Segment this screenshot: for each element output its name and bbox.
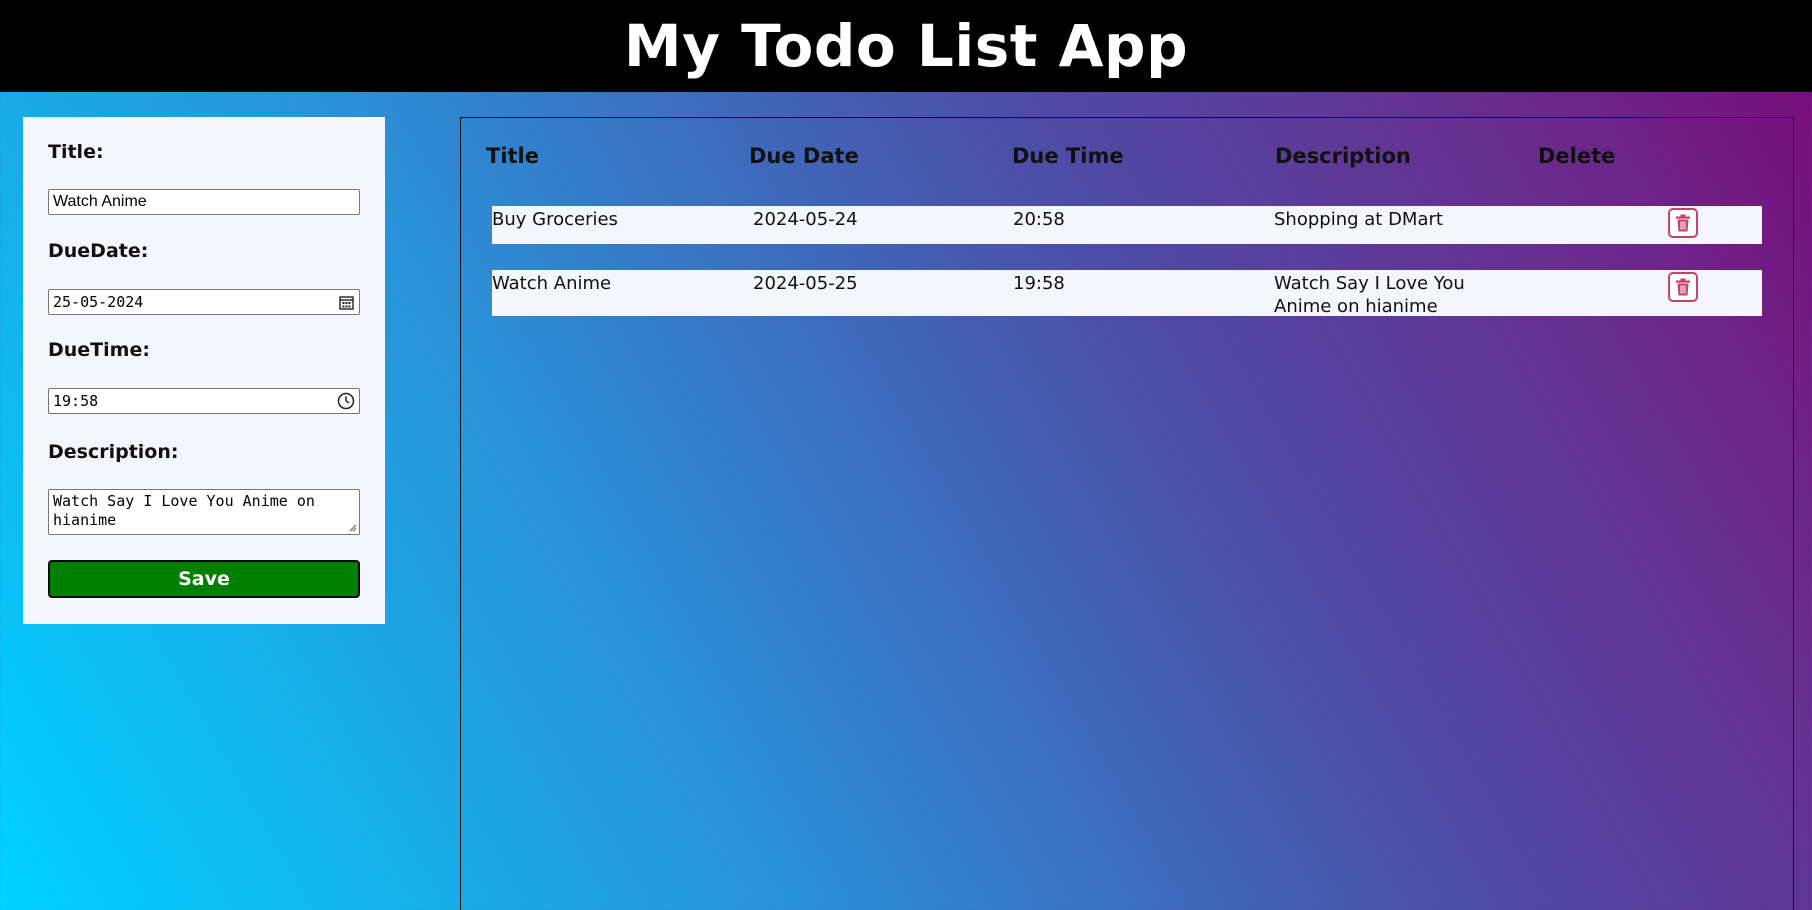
todo-due-date: 2024-05-24 [753, 209, 858, 230]
resize-grip-icon[interactable] [349, 524, 357, 532]
todo-row: Buy Groceries 2024-05-24 20:58 Shopping … [492, 206, 1762, 244]
duetime-input[interactable]: 19:58 [48, 388, 360, 414]
trash-icon [1676, 278, 1690, 296]
delete-button[interactable] [1668, 208, 1698, 238]
title-input[interactable]: Watch Anime [48, 189, 360, 215]
duedate-label: DueDate: [48, 240, 149, 262]
description-textarea-value: Watch Say I Love You Anime on hianime [53, 492, 315, 529]
duedate-input-value: 25-05-2024 [53, 293, 144, 311]
column-header-delete: Delete [1538, 144, 1616, 168]
delete-button[interactable] [1668, 272, 1698, 302]
save-button[interactable]: Save [48, 560, 360, 598]
trash-icon [1676, 214, 1690, 232]
todo-title: Buy Groceries [492, 209, 618, 230]
column-header-description: Description [1275, 144, 1411, 168]
duetime-label: DueTime: [48, 339, 150, 361]
description-label: Description: [48, 441, 179, 463]
clock-icon[interactable] [337, 392, 355, 410]
column-header-due-date: Due Date [749, 144, 859, 168]
todo-due-date: 2024-05-25 [753, 273, 858, 294]
todo-list-panel: Title Due Date Due Time Description Dele… [460, 117, 1794, 910]
app-header: My Todo List App [0, 0, 1812, 92]
description-textarea[interactable]: Watch Say I Love You Anime on hianime [48, 489, 360, 535]
column-header-title: Title [486, 144, 540, 168]
todo-due-time: 19:58 [1013, 273, 1065, 294]
todo-title: Watch Anime [492, 273, 612, 294]
page-title: My Todo List App [623, 12, 1189, 80]
todo-description: Shopping at DMart [1274, 209, 1443, 230]
title-label: Title: [48, 141, 104, 163]
title-input-value: Watch Anime [53, 193, 147, 210]
todo-due-time: 20:58 [1013, 209, 1065, 230]
duedate-input[interactable]: 25-05-2024 [48, 289, 360, 315]
calendar-icon[interactable] [337, 293, 355, 311]
column-header-due-time: Due Time [1012, 144, 1124, 168]
todo-description: Watch Say I Love You Anime on hianime [1274, 273, 1465, 317]
todo-row: Watch Anime 2024-05-25 19:58 Watch Say I… [492, 270, 1762, 317]
duetime-input-value: 19:58 [53, 392, 99, 410]
todo-form: Title: Watch Anime DueDate: 25-05-2024 D… [23, 117, 385, 624]
